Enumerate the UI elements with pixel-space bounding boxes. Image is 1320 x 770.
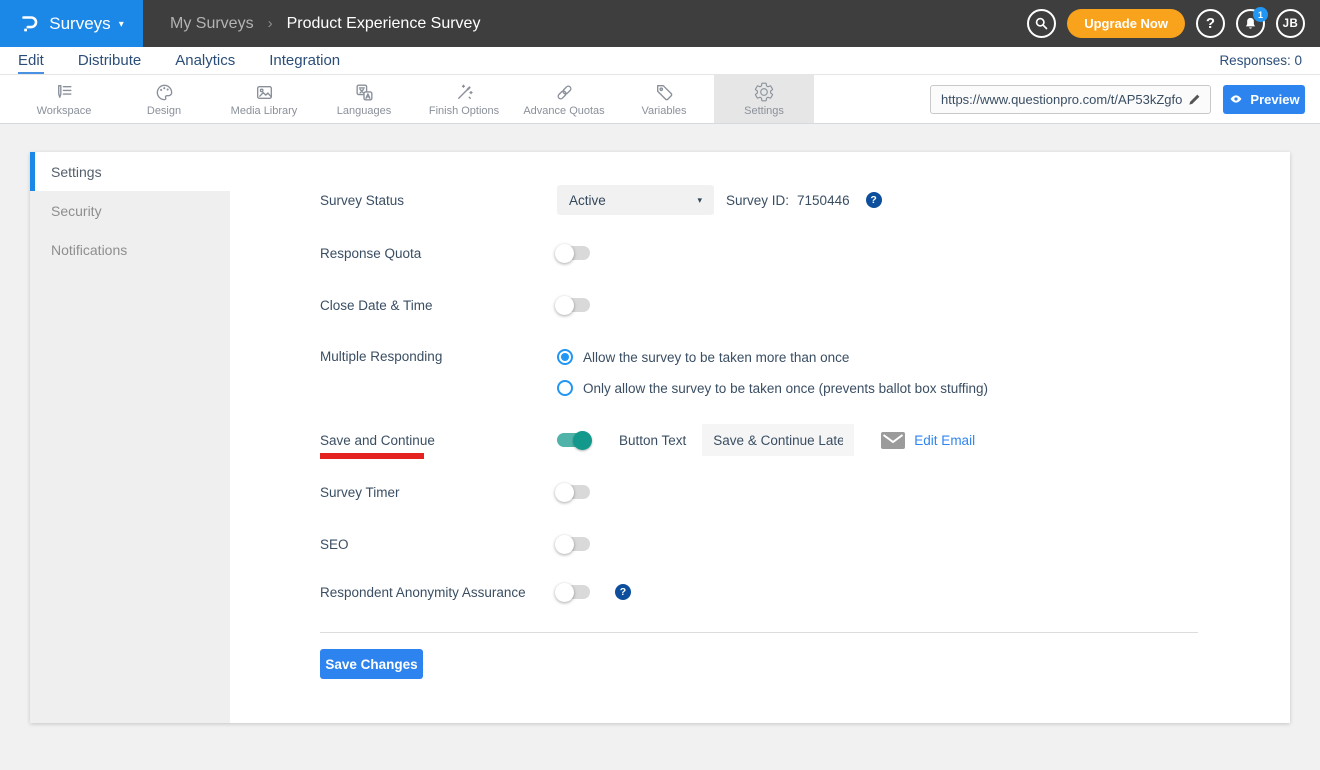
survey-id-label: Survey ID: [726, 193, 789, 208]
variables-tag-icon [654, 82, 675, 103]
finish-options-wand-icon [454, 82, 475, 103]
toolbar-item-settings[interactable]: Settings [714, 75, 814, 123]
multiple-responding-label: Multiple Responding [320, 349, 557, 364]
button-text-input[interactable] [702, 424, 854, 456]
save-and-continue-label: Save and Continue [320, 433, 557, 448]
survey-status-label: Survey Status [320, 193, 557, 208]
responses-count: Responses: 0 [1219, 53, 1302, 68]
row-survey-status: Survey Status Active ▾ Survey ID: 715044… [320, 185, 882, 215]
tab-edit[interactable]: Edit [18, 47, 44, 74]
breadcrumb-separator-icon: › [268, 15, 273, 32]
toolbar-item-media-library[interactable]: Media Library [214, 75, 314, 123]
row-save-and-continue: Save and Continue Button Text Edit Email [320, 432, 975, 448]
survey-status-value: Active [569, 193, 606, 208]
breadcrumb-current-survey: Product Experience Survey [287, 15, 481, 33]
radio-option-allow-multiple[interactable]: Allow the survey to be taken more than o… [557, 349, 988, 365]
help-button[interactable]: ? [1196, 9, 1225, 38]
close-date-time-toggle[interactable] [557, 298, 590, 312]
response-quota-label: Response Quota [320, 246, 557, 261]
settings-sidebar: Settings Security Notifications [30, 152, 230, 723]
radio-option-only-once[interactable]: Only allow the survey to be taken once (… [557, 380, 988, 396]
seo-toggle[interactable] [557, 537, 590, 551]
questionpro-logo-icon [19, 13, 41, 35]
sidebar-item-settings[interactable]: Settings [30, 152, 230, 191]
row-respondent-anonymity: Respondent Anonymity Assurance ? [320, 584, 631, 600]
form-divider [320, 632, 1198, 633]
tab-integration[interactable]: Integration [269, 47, 340, 74]
upgrade-now-button[interactable]: Upgrade Now [1067, 9, 1185, 38]
sidebar-item-security[interactable]: Security [30, 191, 230, 230]
multiple-responding-options: Allow the survey to be taken more than o… [557, 349, 988, 396]
product-switcher[interactable]: Surveys ▾ [0, 0, 143, 47]
breadcrumb: My Surveys › Product Experience Survey [170, 15, 480, 33]
tab-distribute[interactable]: Distribute [78, 47, 141, 74]
workspace-icon [54, 82, 75, 103]
avatar-initials: JB [1283, 18, 1299, 30]
settings-gear-icon [753, 81, 775, 103]
edit-url-pencil-icon[interactable] [1187, 92, 1202, 107]
save-changes-button[interactable]: Save Changes [320, 649, 423, 679]
toolbar-item-languages[interactable]: Languages [314, 75, 414, 123]
row-close-date-time: Close Date & Time [320, 297, 590, 313]
edit-toolbar: Workspace Design Media Library Languages… [0, 75, 1320, 124]
chevron-down-icon: ▾ [119, 19, 124, 30]
radio-unselected-icon [557, 380, 573, 396]
advance-quotas-link-icon [554, 82, 575, 103]
email-icon [881, 432, 905, 449]
save-and-continue-toggle[interactable] [557, 433, 590, 447]
close-date-time-label: Close Date & Time [320, 298, 557, 313]
seo-label: SEO [320, 537, 557, 552]
eye-icon [1228, 91, 1244, 107]
button-text-label: Button Text [619, 433, 686, 448]
survey-status-dropdown[interactable]: Active ▾ [557, 185, 714, 215]
survey-nav-tabs: Edit Distribute Analytics Integration Re… [0, 47, 1320, 75]
toolbar-item-design[interactable]: Design [114, 75, 214, 123]
survey-id-help-icon[interactable]: ? [866, 192, 882, 208]
media-library-icon [254, 82, 275, 103]
survey-url-input[interactable] [941, 92, 1187, 107]
breadcrumb-my-surveys[interactable]: My Surveys [170, 15, 254, 33]
product-name: Surveys [49, 14, 110, 34]
chevron-down-icon: ▾ [697, 195, 702, 206]
sidebar-item-notifications[interactable]: Notifications [30, 230, 230, 269]
survey-timer-label: Survey Timer [320, 485, 557, 500]
design-palette-icon [154, 82, 175, 103]
top-header: Surveys ▾ My Surveys › Product Experienc… [0, 0, 1320, 47]
respondent-anonymity-label: Respondent Anonymity Assurance [320, 585, 557, 600]
row-multiple-responding: Multiple Responding Allow the survey to … [320, 349, 988, 396]
help-icon: ? [1206, 15, 1215, 32]
main-area: Settings Security Notifications Survey S… [0, 124, 1320, 770]
response-quota-toggle[interactable] [557, 246, 590, 260]
search-icon [1034, 16, 1049, 31]
languages-icon [354, 82, 375, 103]
toolbar-item-workspace[interactable]: Workspace [14, 75, 114, 123]
survey-timer-toggle[interactable] [557, 485, 590, 499]
user-avatar[interactable]: JB [1276, 9, 1305, 38]
toolbar-item-variables[interactable]: Variables [614, 75, 714, 123]
notifications-button[interactable]: 1 [1236, 9, 1265, 38]
row-seo: SEO [320, 536, 590, 552]
survey-id-value: 7150446 [797, 193, 850, 208]
row-survey-timer: Survey Timer [320, 484, 590, 500]
notification-count-badge: 1 [1253, 7, 1268, 22]
annotation-red-underline [320, 453, 424, 459]
respondent-anonymity-help-icon[interactable]: ? [615, 584, 631, 600]
search-button[interactable] [1027, 9, 1056, 38]
tab-analytics[interactable]: Analytics [175, 47, 235, 74]
respondent-anonymity-toggle[interactable] [557, 585, 590, 599]
radio-selected-icon [557, 349, 573, 365]
edit-email-link[interactable]: Edit Email [914, 433, 975, 448]
toolbar-item-finish-options[interactable]: Finish Options [414, 75, 514, 123]
row-response-quota: Response Quota [320, 245, 590, 261]
header-actions: Upgrade Now ? 1 JB [1027, 9, 1305, 38]
survey-url-box [930, 85, 1211, 114]
toolbar-item-advance-quotas[interactable]: Advance Quotas [514, 75, 614, 123]
settings-panel: Settings Security Notifications Survey S… [30, 152, 1290, 723]
preview-button[interactable]: Preview [1223, 85, 1305, 114]
